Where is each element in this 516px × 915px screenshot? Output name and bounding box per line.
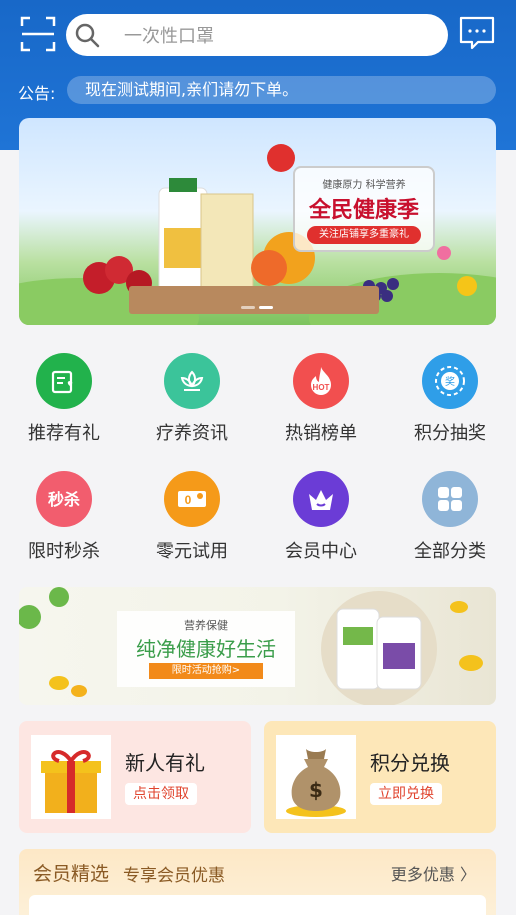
promo-text-box: 营养保健 纯净健康好生活 限时活动抢购>: [117, 611, 295, 687]
svg-text:0: 0: [185, 493, 192, 507]
section-subtitle: 专享会员优惠: [123, 866, 225, 886]
banner-subtitle: 健康原力 科学营养: [322, 180, 406, 191]
nav-label: 会员中心: [285, 541, 357, 562]
hero-banner[interactable]: 健康原力 科学营养 全民健康季 关注店铺享多重豪礼: [19, 118, 496, 325]
nav-item-free-trial[interactable]: 0 零元试用: [137, 471, 247, 563]
gift-card-icon: [36, 353, 92, 409]
nav-label: 热销榜单: [285, 423, 357, 444]
gift-box-icon: [31, 735, 111, 819]
banner-sign: 健康原力 科学营养 全民健康季 关注店铺享多重豪礼: [293, 166, 435, 252]
nav-item-hot[interactable]: HOT 热销榜单: [266, 353, 376, 445]
member-picks-section: 会员精选 专享会员优惠 更多优惠 〉: [19, 849, 496, 915]
svg-text:$: $: [309, 778, 323, 802]
nav-label: 推荐有礼: [28, 423, 100, 444]
nav-item-flash-sale[interactable]: 秒杀 限时秒杀: [9, 471, 119, 563]
lotus-icon: [164, 353, 220, 409]
crown-icon: [293, 471, 349, 527]
nav-label: 疗养资讯: [156, 423, 228, 444]
grid-icon: [422, 471, 478, 527]
nav-label: 零元试用: [156, 541, 228, 562]
svg-text:秒杀: 秒杀: [48, 490, 80, 509]
nav-label: 积分抽奖: [414, 423, 486, 444]
wooden-board: [129, 286, 379, 314]
search-icon: [75, 23, 100, 48]
flash-sale-icon: 秒杀: [36, 471, 92, 527]
promo-title: 纯净健康好生活: [136, 637, 276, 661]
carousel-dots: [241, 306, 273, 309]
section-title: 会员精选: [33, 863, 110, 885]
promo-banner[interactable]: 营养保健 纯净健康好生活 限时活动抢购>: [19, 587, 496, 705]
card-title: 积分兑换: [370, 751, 450, 775]
exchange-button[interactable]: 立即兑换: [370, 783, 442, 805]
message-icon[interactable]: [458, 15, 496, 51]
card-title: 新人有礼: [125, 751, 205, 775]
promo-button[interactable]: 限时活动抢购>: [149, 663, 263, 679]
claim-button[interactable]: 点击领取: [125, 783, 197, 805]
nav-item-wellness[interactable]: 疗养资讯: [137, 353, 247, 445]
notice-bar[interactable]: 现在测试期间,亲们请勿下单。: [67, 76, 496, 104]
nav-item-lottery[interactable]: 奖 积分抽奖: [395, 353, 505, 445]
more-offers-link[interactable]: 更多优惠 〉: [391, 861, 476, 885]
zero-trial-icon: 0: [164, 471, 220, 527]
banner-button[interactable]: 关注店铺享多重豪礼: [307, 226, 421, 244]
search-bar[interactable]: 一次性口罩: [66, 14, 448, 56]
search-placeholder: 一次性口罩: [124, 26, 214, 47]
money-bag-icon: $: [276, 735, 356, 819]
nav-item-recommend[interactable]: 推荐有礼: [9, 353, 119, 445]
section-content: [29, 895, 486, 915]
svg-text:HOT: HOT: [313, 383, 330, 392]
new-user-gift-card[interactable]: 新人有礼 点击领取: [19, 721, 251, 833]
promo-small: 营养保健: [184, 619, 228, 632]
nav-label: 限时秒杀: [28, 541, 100, 562]
lottery-wheel-icon: 奖: [422, 353, 478, 409]
banner-title: 全民健康季: [308, 198, 419, 223]
nav-label: 全部分类: [414, 541, 486, 562]
scan-icon[interactable]: [18, 14, 58, 54]
nav-item-categories[interactable]: 全部分类: [395, 471, 505, 563]
svg-text:奖: 奖: [445, 375, 455, 388]
points-exchange-card[interactable]: $ 积分兑换 立即兑换: [264, 721, 496, 833]
hot-icon: HOT: [293, 353, 349, 409]
nav-item-member[interactable]: 会员中心: [266, 471, 376, 563]
notice-label: 公告:: [18, 84, 56, 103]
